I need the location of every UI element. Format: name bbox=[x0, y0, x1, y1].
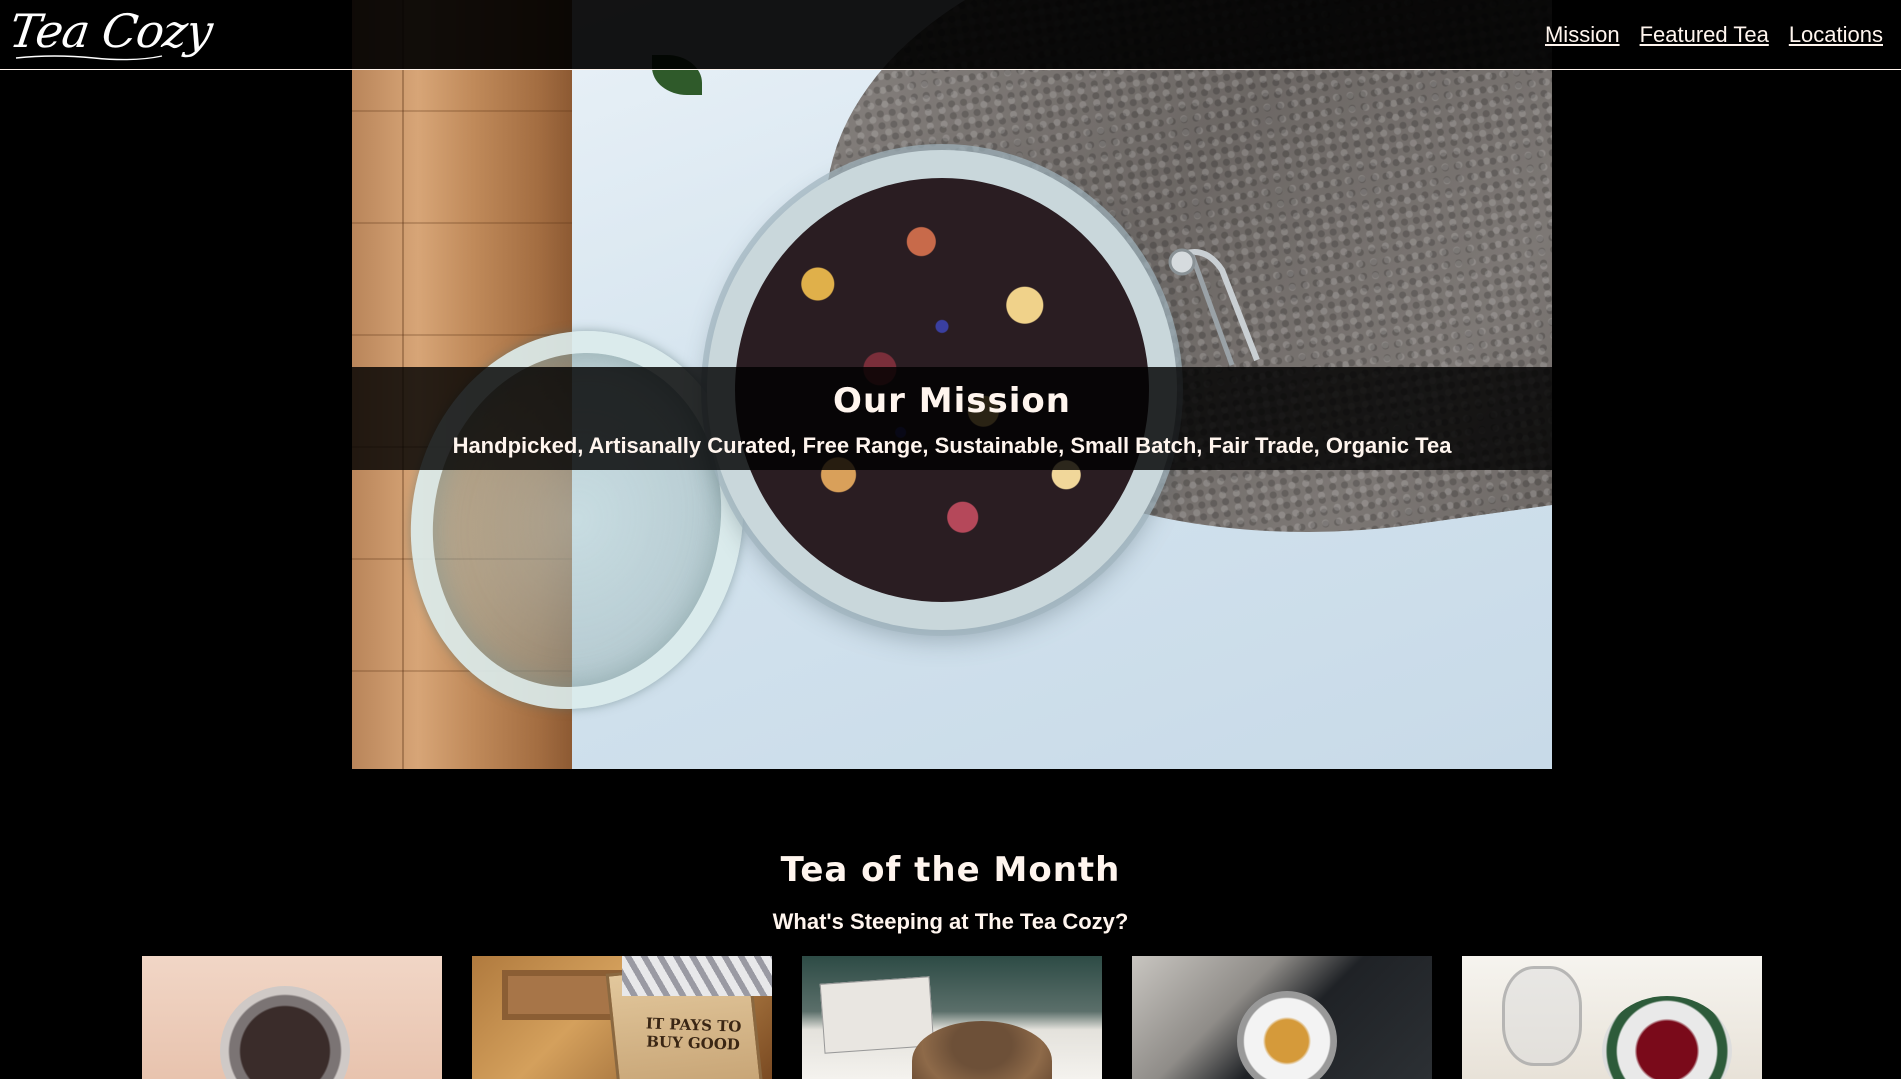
tea-foil-image bbox=[622, 956, 772, 996]
tea-tray-image bbox=[502, 970, 622, 1020]
tea-cup-image bbox=[1237, 991, 1337, 1079]
main-nav: Mission Featured Tea Locations bbox=[1545, 22, 1883, 48]
tea-card-image bbox=[819, 976, 935, 1054]
jar-clasp-icon bbox=[1168, 248, 1260, 366]
tea-tile-3[interactable] bbox=[802, 956, 1102, 1079]
tea-tile-4[interactable] bbox=[1132, 956, 1432, 1079]
mission-hero: Our Mission Handpicked, Artisanally Cura… bbox=[352, 0, 1552, 769]
tea-gallery: IT PAYS TO BUY GOOD bbox=[142, 956, 1762, 1079]
nav-link-mission[interactable]: Mission bbox=[1545, 22, 1620, 48]
mission-subtitle: Handpicked, Artisanally Curated, Free Ra… bbox=[452, 433, 1452, 458]
nav-link-locations[interactable]: Locations bbox=[1789, 22, 1883, 48]
tea-cup-image bbox=[220, 986, 350, 1079]
nav-link-featured-tea[interactable]: Featured Tea bbox=[1640, 22, 1769, 48]
tea-cup-image bbox=[1602, 996, 1732, 1079]
tea-tile-1[interactable] bbox=[142, 956, 442, 1079]
tea-of-month-title: Tea of the Month bbox=[780, 850, 1121, 890]
mission-title: Our Mission bbox=[833, 381, 1071, 421]
tea-box-text: IT PAYS TO BUY GOOD bbox=[645, 1014, 742, 1054]
logo[interactable]: Tea Cozy bbox=[6, 4, 215, 58]
tea-tile-5[interactable] bbox=[1462, 956, 1762, 1079]
site-header: Tea Cozy Mission Featured Tea Locations bbox=[0, 0, 1901, 70]
tea-jar-image bbox=[1502, 966, 1582, 1066]
logo-swash-icon bbox=[15, 55, 163, 61]
tea-tile-2[interactable]: IT PAYS TO BUY GOOD bbox=[472, 956, 772, 1079]
tea-of-month-subtitle: What's Steeping at The Tea Cozy? bbox=[772, 909, 1129, 934]
mission-band: Our Mission Handpicked, Artisanally Cura… bbox=[352, 367, 1552, 470]
